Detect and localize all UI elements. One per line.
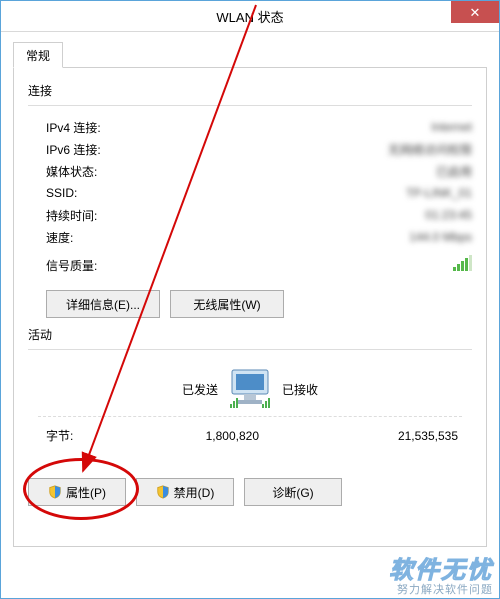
recv-label: 已接收 — [282, 381, 464, 398]
tab-general[interactable]: 常规 — [13, 42, 63, 68]
activity-header: 活动 — [28, 326, 472, 343]
wireless-props-button[interactable]: 无线属性(W) — [170, 290, 284, 318]
bytes-recv: 21,535,535 — [305, 429, 464, 443]
footer-button-row: 属性(P) 禁用(D) 诊断(G) — [28, 478, 472, 506]
row-ipv4: IPv4 连接: Internet — [28, 116, 472, 138]
close-icon: ✕ — [470, 6, 481, 19]
row-ssid: SSID: TP-LINK_01 — [28, 182, 472, 204]
row-duration: 持续时间: 01:23:45 — [28, 204, 472, 226]
shield-icon — [48, 485, 62, 499]
signal-bars-icon — [453, 257, 472, 271]
window-body: 常规 连接 IPv4 连接: Internet IPv6 连接: 无网络访问权限… — [1, 32, 499, 547]
tab-label: 常规 — [26, 47, 50, 64]
divider — [28, 105, 472, 106]
tabbar: 常规 — [13, 42, 487, 68]
details-button-label: 详细信息(E)... — [66, 296, 140, 313]
diagnose-button[interactable]: 诊断(G) — [244, 478, 342, 506]
bytes-label: 字节: — [36, 427, 106, 444]
row-ipv6: IPv6 连接: 无网络访问权限 — [28, 138, 472, 160]
bytes-row: 字节: 1,800,820 21,535,535 — [28, 421, 472, 450]
watermark-brand: 软件无忧 — [389, 558, 493, 584]
value-ipv6: 无网络访问权限 — [388, 141, 472, 158]
label-duration: 持续时间: — [28, 207, 97, 224]
wireless-props-button-label: 无线属性(W) — [193, 296, 260, 313]
value-media: 已启用 — [436, 163, 472, 180]
watermark-slogan: 努力解决软件问题 — [389, 584, 493, 596]
monitor-icon — [218, 366, 282, 412]
label-ipv4: IPv4 连接: — [28, 119, 101, 136]
properties-button-label: 属性(P) — [66, 484, 106, 501]
row-media: 媒体状态: 已启用 — [28, 160, 472, 182]
shield-icon — [156, 485, 170, 499]
disable-button-label: 禁用(D) — [174, 484, 215, 501]
close-button[interactable]: ✕ — [451, 1, 499, 23]
label-media: 媒体状态: — [28, 163, 97, 180]
value-ssid: TP-LINK_01 — [406, 186, 472, 200]
value-ipv4: Internet — [431, 120, 472, 134]
value-signal — [453, 257, 472, 274]
value-duration: 01:23:45 — [425, 208, 472, 222]
titlebar: WLAN 状态 ✕ — [1, 1, 499, 32]
properties-button[interactable]: 属性(P) — [28, 478, 126, 506]
activity-group: 活动 已发送 已接收 — [28, 326, 472, 450]
divider — [38, 416, 462, 417]
label-ssid: SSID: — [28, 186, 77, 200]
wlan-status-window: WLAN 状态 ✕ 常规 连接 IPv4 连接: Internet IPv6 连… — [0, 0, 500, 599]
connection-header: 连接 — [28, 82, 472, 99]
row-signal: 信号质量: — [28, 254, 472, 276]
tab-panel: 连接 IPv4 连接: Internet IPv6 连接: 无网络访问权限 媒体… — [13, 67, 487, 547]
bytes-sent: 1,800,820 — [106, 429, 265, 443]
diagnose-button-label: 诊断(G) — [272, 484, 313, 501]
row-speed: 速度: 144.0 Mbps — [28, 226, 472, 248]
window-title: WLAN 状态 — [216, 7, 283, 26]
activity-columns: 已发送 已接收 — [28, 360, 472, 412]
label-ipv6: IPv6 连接: — [28, 141, 101, 158]
label-signal: 信号质量: — [28, 257, 97, 274]
divider — [28, 349, 472, 350]
sent-label: 已发送 — [36, 381, 218, 398]
watermark: 软件无忧 努力解决软件问题 — [389, 558, 493, 596]
details-button[interactable]: 详细信息(E)... — [46, 290, 160, 318]
connection-button-row: 详细信息(E)... 无线属性(W) — [46, 290, 472, 318]
value-speed: 144.0 Mbps — [409, 230, 472, 244]
disable-button[interactable]: 禁用(D) — [136, 478, 234, 506]
label-speed: 速度: — [28, 229, 73, 246]
